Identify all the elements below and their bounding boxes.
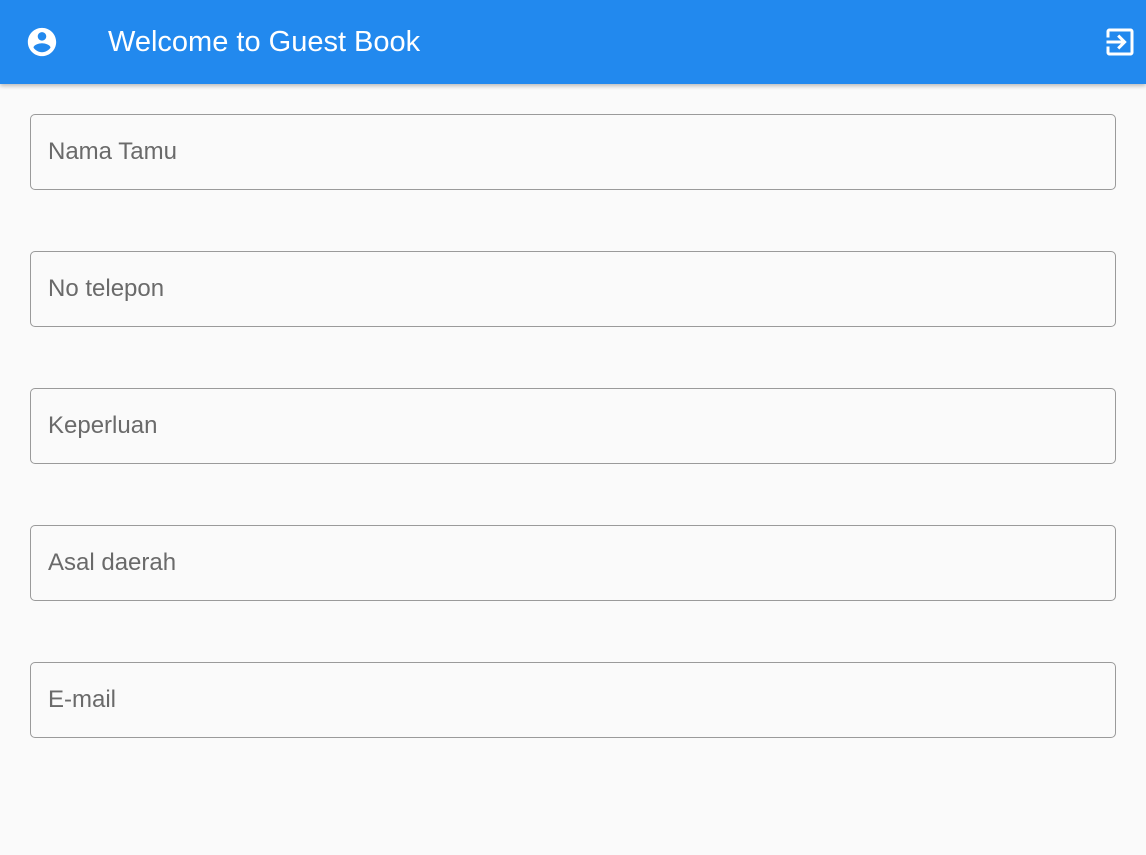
keperluan-input[interactable]: [31, 389, 1115, 463]
nama-tamu-input[interactable]: [31, 115, 1115, 189]
app-title: Welcome to Guest Book: [108, 26, 421, 58]
logout-button[interactable]: [1094, 18, 1146, 66]
account-circle-icon: [27, 27, 57, 57]
email-input[interactable]: [31, 663, 1115, 737]
no-telepon-field: [30, 251, 1116, 327]
account-button[interactable]: [18, 18, 66, 66]
keperluan-field: [30, 388, 1116, 464]
no-telepon-input[interactable]: [31, 252, 1115, 326]
asal-daerah-field: [30, 525, 1116, 601]
app-bar: Welcome to Guest Book: [0, 0, 1146, 84]
asal-daerah-input[interactable]: [31, 526, 1115, 600]
email-field: [30, 662, 1116, 738]
nama-tamu-field: [30, 114, 1116, 190]
guest-form: [30, 114, 1116, 799]
exit-to-app-icon: [1106, 28, 1134, 56]
